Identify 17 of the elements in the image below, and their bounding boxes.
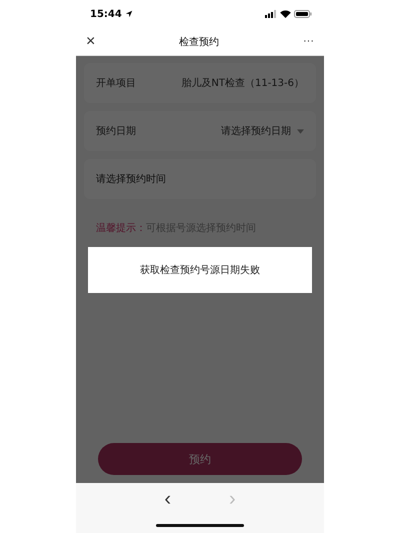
page-title: 检查预约 bbox=[179, 36, 220, 48]
more-button[interactable]: ··· bbox=[299, 36, 318, 47]
location-arrow-icon bbox=[124, 10, 133, 18]
status-time: 15:44 bbox=[90, 8, 122, 20]
select-placeholder: 请选择预约日期 bbox=[221, 124, 291, 138]
wifi-icon bbox=[280, 10, 291, 18]
field-label: 开单项目 bbox=[96, 76, 136, 90]
back-button[interactable]: ‹ bbox=[158, 489, 177, 509]
close-button[interactable]: × bbox=[82, 34, 100, 50]
dropdown-caret-icon bbox=[297, 128, 304, 134]
signal-icon bbox=[265, 10, 277, 18]
battery-icon bbox=[294, 10, 312, 18]
field-label: 预约日期 bbox=[96, 124, 136, 138]
toast-message: 获取检查预约号源日期失败 bbox=[140, 264, 260, 277]
time-field[interactable]: 请选择预约时间 bbox=[84, 159, 316, 199]
field-value: 胎儿及NT检查（11-13-6） bbox=[181, 76, 304, 90]
tip-label: 温馨提示： bbox=[96, 222, 146, 235]
